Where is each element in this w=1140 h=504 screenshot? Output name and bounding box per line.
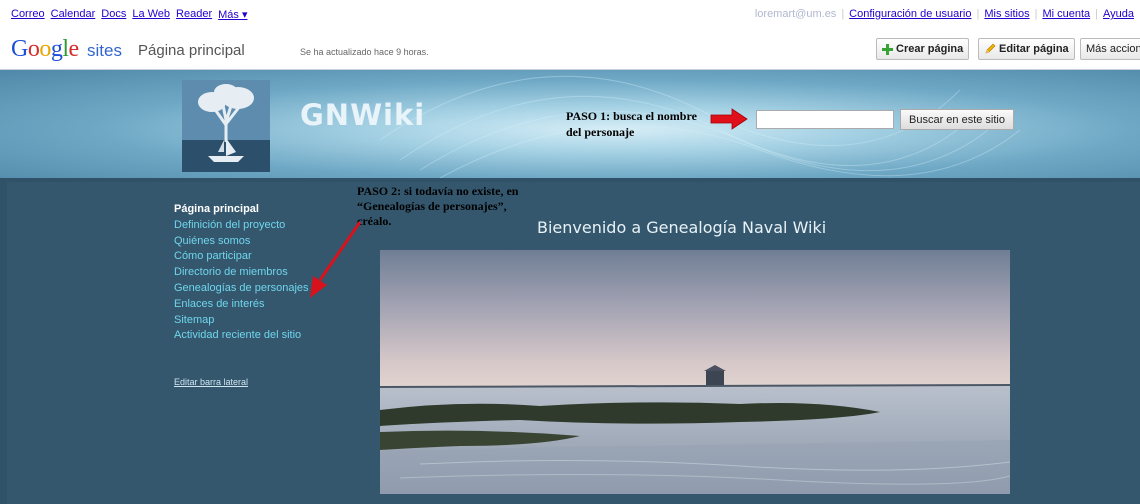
- create-page-button[interactable]: Crear página: [876, 38, 970, 60]
- divider: |: [976, 8, 980, 20]
- main-area: Página principal Definición del proyecto…: [0, 178, 1140, 504]
- step2-annotation: PASO 2: si todavía no existe, en “Geneal…: [357, 184, 519, 228]
- search-site-button[interactable]: Buscar en este sitio: [900, 109, 1014, 130]
- arrow-down-left-icon: [310, 221, 362, 298]
- more-actions-button[interactable]: Más acciones: [1080, 38, 1140, 60]
- pencil-icon: [985, 43, 996, 54]
- gbar-link-calendar[interactable]: Calendar: [51, 8, 96, 21]
- site-title[interactable]: GNWiki: [300, 98, 425, 132]
- site-logo[interactable]: [182, 80, 270, 172]
- sidebar-item-recent-activity[interactable]: Actividad reciente del sitio: [174, 328, 374, 344]
- divider: |: [1095, 8, 1098, 20]
- edit-page-button[interactable]: Editar página: [978, 38, 1075, 60]
- google-bar: Correo Calendar Docs La Web Reader Más ▾…: [0, 0, 1140, 30]
- my-account-link[interactable]: Mi cuenta: [1042, 8, 1090, 20]
- google-apps-links: Correo Calendar Docs La Web Reader Más ▾: [11, 8, 247, 21]
- sites-logo-text[interactable]: sites: [87, 41, 122, 61]
- welcome-heading: Bienvenido a Genealogía Naval Wiki: [537, 218, 827, 237]
- more-actions-label: Más acciones: [1086, 43, 1140, 55]
- gbar-link-mail[interactable]: Correo: [11, 8, 45, 21]
- sidebar-item-home[interactable]: Página principal: [174, 202, 374, 218]
- create-page-label: Crear página: [896, 43, 964, 55]
- gbar-link-docs[interactable]: Docs: [101, 8, 126, 21]
- user-email: loremart@um.es: [754, 8, 837, 20]
- edit-sidebar-link[interactable]: Editar barra lateral: [174, 377, 248, 387]
- page-title: Página principal: [138, 42, 245, 59]
- edit-page-label: Editar página: [999, 43, 1069, 55]
- site-banner: GNWiki PASO 1: busca el nombre del perso…: [0, 70, 1140, 178]
- gbar-link-reader[interactable]: Reader: [176, 8, 212, 21]
- search-input[interactable]: [756, 110, 894, 129]
- plus-icon: [882, 43, 893, 55]
- user-settings-link[interactable]: Configuración de usuario: [849, 8, 971, 20]
- coastal-photo: [380, 250, 1010, 494]
- gbar-link-more[interactable]: Más ▾: [218, 8, 247, 21]
- arrow-right-icon: [710, 108, 748, 130]
- gbar-link-web[interactable]: La Web: [132, 8, 170, 21]
- divider: |: [841, 8, 845, 20]
- google-logo[interactable]: Google: [11, 36, 79, 63]
- divider: |: [1034, 8, 1038, 20]
- help-link[interactable]: Ayuda: [1103, 8, 1134, 20]
- step1-annotation: PASO 1: busca el nombre del personaje: [566, 109, 697, 139]
- account-links: loremart@um.es | Configuración de usuari…: [755, 8, 1134, 20]
- sidebar-item-sitemap[interactable]: Sitemap: [174, 313, 374, 329]
- sites-header: Google sites Página principal Se ha actu…: [0, 30, 1140, 70]
- last-updated-text: Se ha actualizado hace 9 horas.: [300, 47, 429, 57]
- my-sites-link[interactable]: Mis sitios: [984, 8, 1029, 20]
